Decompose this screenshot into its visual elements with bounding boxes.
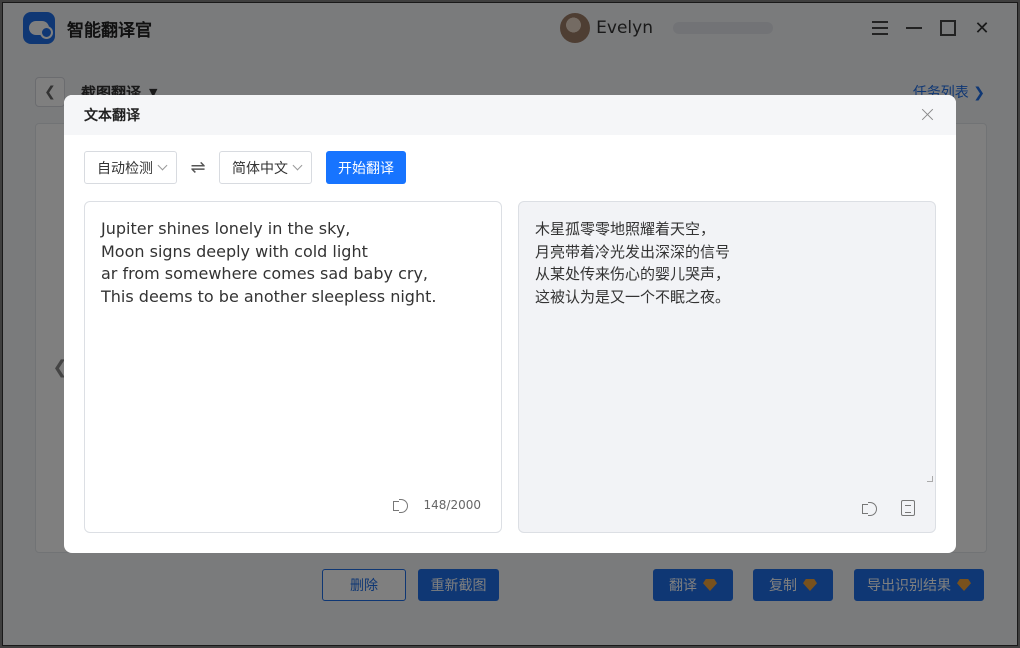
copy-icon[interactable] <box>901 500 915 516</box>
target-language-label: 简体中文 <box>232 160 288 177</box>
dialog-header: 文本翻译 <box>64 95 956 135</box>
target-line: 从某处传来伤心的婴儿哭声， <box>535 265 731 283</box>
target-footer <box>861 500 915 516</box>
target-line: 月亮带着冷光发出深深的信号 <box>535 242 731 261</box>
source-line: This deems to be another sleepless night… <box>101 286 437 306</box>
dialog-title: 文本翻译 <box>84 108 140 124</box>
chevron-down-icon <box>292 160 303 171</box>
target-line: 木星孤零零地照耀着天空， <box>535 220 716 238</box>
speaker-icon[interactable] <box>861 500 879 516</box>
close-dialog-icon[interactable] <box>918 105 938 125</box>
source-line: ar from somewhere comes sad baby cry, <box>101 264 428 283</box>
swap-languages-icon[interactable]: ⇌ <box>177 157 219 178</box>
source-text-input[interactable]: Jupiter shines lonely in the sky, Moon s… <box>84 201 502 533</box>
source-line: Jupiter shines lonely in the sky, <box>101 219 351 238</box>
chevron-down-icon <box>157 160 168 171</box>
language-toolbar: 自动检测 ⇌ 简体中文 开始翻译 <box>84 151 406 184</box>
char-count: 148/2000 <box>423 497 482 512</box>
source-footer: 148/2000 <box>392 494 482 517</box>
target-language-select[interactable]: 简体中文 <box>219 151 312 184</box>
target-line: 这被认为是又一个不眠之夜。 <box>535 287 731 306</box>
resize-handle-icon[interactable] <box>927 476 933 482</box>
start-translate-button[interactable]: 开始翻译 <box>326 151 406 184</box>
text-translate-dialog: 文本翻译 自动检测 ⇌ 简体中文 开始翻译 Jupiter shines lon… <box>64 95 956 553</box>
source-language-select[interactable]: 自动检测 <box>84 151 177 184</box>
source-language-label: 自动检测 <box>97 160 153 177</box>
speaker-icon[interactable] <box>392 497 410 513</box>
source-line: Moon signs deeply with cold light <box>101 241 368 261</box>
translation-output[interactable]: 木星孤零零地照耀着天空， 月亮带着冷光发出深深的信号 从某处传来伤心的婴儿哭声，… <box>518 201 936 533</box>
